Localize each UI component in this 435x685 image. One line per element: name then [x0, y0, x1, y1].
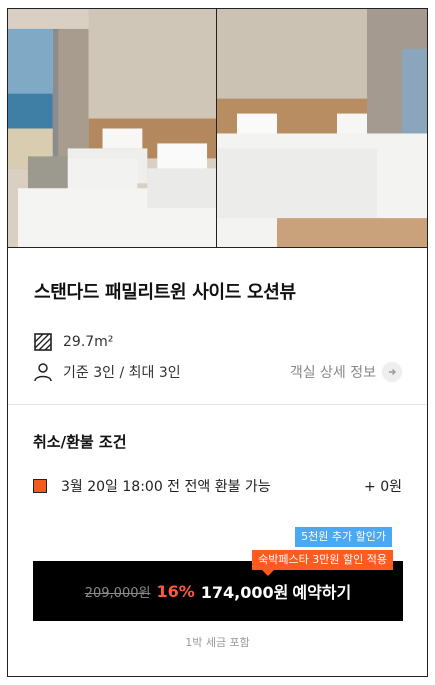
divider — [8, 404, 427, 405]
chevron-right-icon — [382, 362, 402, 382]
festa-discount-badge: 숙박페스타 3만원 할인 적용 — [252, 550, 393, 576]
room-card: 스탠다드 패밀리트윈 사이드 오션뷰 29.7m² 기준 3인 / 최대 3인 … — [7, 8, 428, 677]
room-area-row: 29.7m² — [33, 332, 113, 352]
extra-discount-badge: 5천원 추가 할인가 — [295, 527, 392, 547]
tax-note: 1박 세금 포함 — [185, 636, 250, 649]
room-photo-2[interactable] — [217, 9, 427, 247]
room-capacity-row: 기준 3인 / 최대 3인 — [33, 362, 181, 382]
room-detail-link[interactable]: 객실 상세 정보 — [290, 362, 402, 382]
final-price: 174,000원 — [200, 583, 289, 602]
orange-square-icon — [33, 479, 47, 493]
room-photos — [8, 9, 427, 248]
room-detail-label: 객실 상세 정보 — [289, 365, 376, 381]
refund-condition: 3월 20일 18:00 전 전액 환불 가능 — [61, 479, 271, 495]
room-title: 스탠다드 패밀리트윈 사이드 오션뷰 — [34, 282, 296, 303]
room-photo-1[interactable] — [8, 9, 217, 247]
refund-option-row[interactable]: 3월 20일 18:00 전 전액 환불 가능 + 0원 — [33, 476, 402, 496]
room-capacity: 기준 3인 / 최대 3인 — [63, 365, 181, 381]
room-area: 29.7m² — [63, 334, 114, 350]
refund-section-title: 취소/환불 조건 — [33, 433, 127, 451]
person-icon — [33, 362, 53, 382]
discount-rate: 16% — [156, 581, 195, 601]
book-label: 예약하기 — [292, 583, 352, 602]
book-button[interactable]: 209,000원 16% 174,000원 예약하기 — [33, 561, 403, 621]
original-price: 209,000원 — [84, 585, 151, 601]
hatched-square-icon — [33, 332, 53, 352]
refund-fee: + 0원 — [364, 479, 402, 495]
